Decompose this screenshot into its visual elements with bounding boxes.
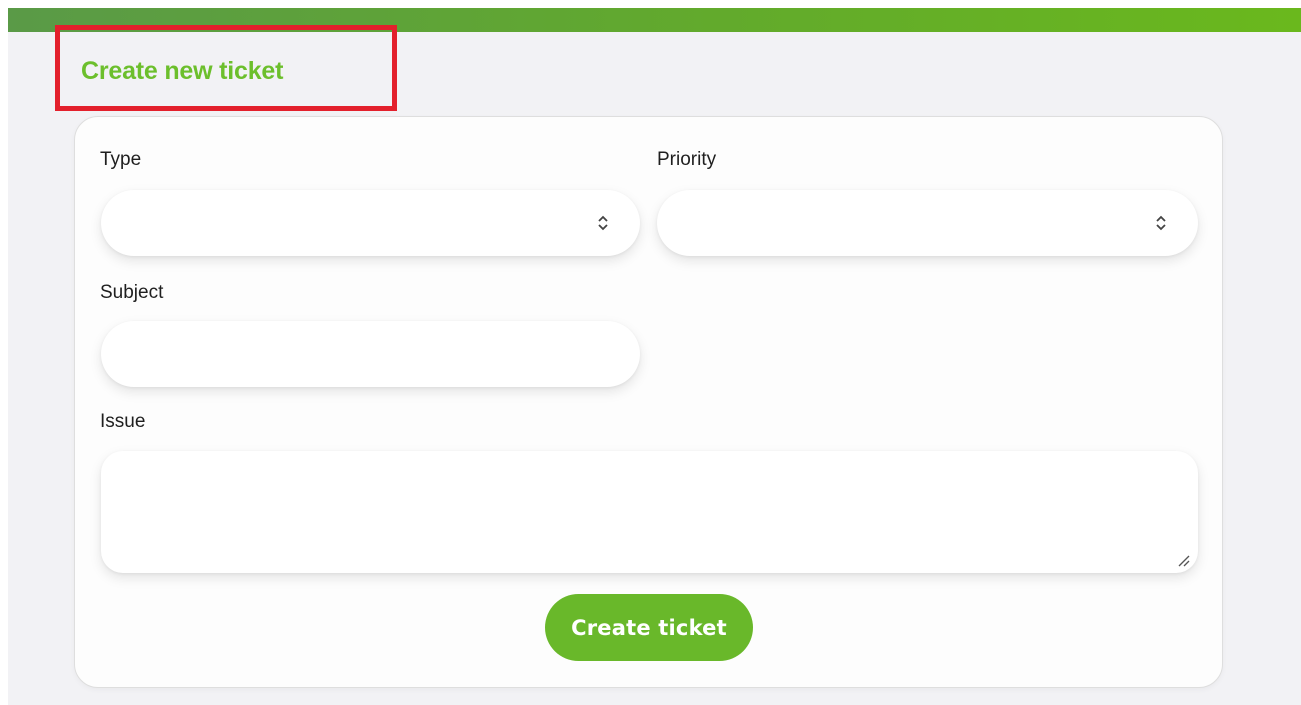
page: Create new ticket Type Priority Subject … <box>8 8 1301 705</box>
chevron-up-down-icon <box>1154 212 1168 234</box>
priority-select[interactable] <box>657 190 1198 256</box>
subject-label: Subject <box>100 282 164 303</box>
chevron-up-down-icon <box>596 212 610 234</box>
issue-textarea[interactable] <box>101 451 1198 573</box>
ticket-form-card: Type Priority Subject Issue Create ticke… <box>74 116 1223 688</box>
page-title: Create new ticket <box>81 57 284 85</box>
subject-input[interactable] <box>101 321 640 387</box>
resize-handle-icon[interactable] <box>1176 553 1190 567</box>
type-select[interactable] <box>101 190 640 256</box>
issue-label: Issue <box>100 411 146 432</box>
create-ticket-button[interactable]: Create ticket <box>545 594 753 661</box>
type-label: Type <box>100 149 142 170</box>
priority-label: Priority <box>657 149 717 170</box>
